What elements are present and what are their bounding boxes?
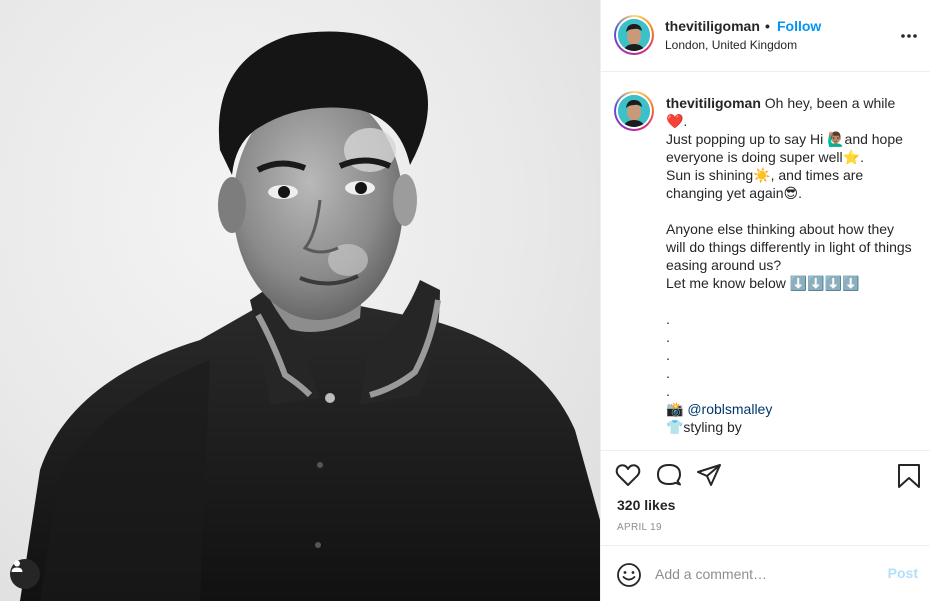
caption-username[interactable]: thevitiligoman xyxy=(666,95,761,111)
post-date[interactable]: APRIL 19 xyxy=(617,522,662,533)
post-side-panel: thevitiligoman • Follow London, United K… xyxy=(600,0,930,601)
comment-icon[interactable] xyxy=(656,463,682,492)
comment-input[interactable] xyxy=(655,560,875,588)
bookmark-icon[interactable] xyxy=(897,463,921,494)
caption-scroll-area[interactable]: thevitiligoman Oh hey, been a while ❤️. … xyxy=(601,73,930,449)
avatar[interactable] xyxy=(614,15,654,55)
likes-count[interactable]: 320 likes xyxy=(617,497,675,513)
post-actions: 320 likes APRIL 19 xyxy=(601,450,930,545)
separator-dot: • xyxy=(765,18,770,34)
share-icon[interactable] xyxy=(696,463,722,492)
post-photo[interactable] xyxy=(0,0,600,601)
photographer-mention-link[interactable]: @roblsmalley xyxy=(687,401,772,417)
post-location[interactable]: London, United Kingdom xyxy=(665,38,797,52)
follow-button[interactable]: Follow xyxy=(777,18,821,34)
comment-bar: Post xyxy=(601,545,930,601)
more-options-icon[interactable] xyxy=(899,26,919,46)
post-author-username[interactable]: thevitiligoman xyxy=(665,18,760,34)
portrait-image xyxy=(20,31,600,601)
caption-avatar[interactable] xyxy=(614,91,654,131)
heart-icon[interactable] xyxy=(615,463,641,492)
post-header: thevitiligoman • Follow London, United K… xyxy=(601,0,930,72)
user-tag-icon[interactable] xyxy=(10,559,40,589)
caption-text-tail: 👕styling by xyxy=(666,419,742,435)
post-comment-button[interactable]: Post xyxy=(888,565,918,581)
emoji-icon[interactable] xyxy=(616,562,642,593)
caption-text: Oh hey, been a while ❤️. Just popping up… xyxy=(666,95,912,417)
post-caption: thevitiligoman Oh hey, been a while ❤️. … xyxy=(666,94,914,436)
